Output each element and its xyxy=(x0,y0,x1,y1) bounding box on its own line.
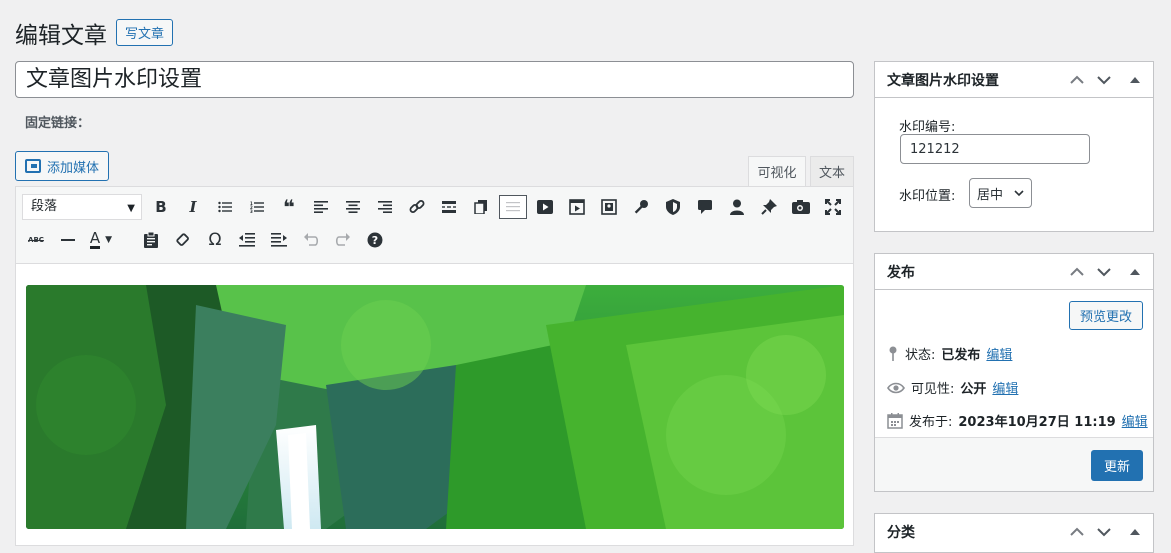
text-color-dropdown-icon[interactable]: ▼ xyxy=(105,235,112,245)
format-select-value: 段落 xyxy=(31,199,58,214)
add-media-label: 添加媒体 xyxy=(46,160,99,176)
add-new-post-button[interactable]: 写文章 xyxy=(116,19,173,46)
status-value: 已发布 xyxy=(941,348,981,363)
tab-visual[interactable]: 可视化 xyxy=(748,156,806,186)
outdent-icon[interactable] xyxy=(235,228,259,252)
permalink-label: 固定链接： xyxy=(25,116,91,131)
calendar-icon xyxy=(887,412,903,429)
camera-icon[interactable] xyxy=(789,195,813,219)
update-button[interactable]: 更新 xyxy=(1091,450,1143,481)
visibility-edit-link[interactable]: 编辑 xyxy=(992,378,1018,397)
pin-icon[interactable] xyxy=(757,195,781,219)
eye-icon xyxy=(887,382,905,393)
collapse-toggle-icon[interactable] xyxy=(1130,62,1140,98)
strikethrough-icon[interactable]: ABC xyxy=(24,228,48,252)
published-value: 2023年10月27日 11:19 xyxy=(958,415,1116,430)
clear-format-icon[interactable] xyxy=(171,228,195,252)
image-icon[interactable] xyxy=(597,195,621,219)
status-row: 状态: 已发布 编辑 xyxy=(887,344,1012,363)
indent-icon[interactable] xyxy=(267,228,291,252)
publish-actions: 更新 xyxy=(875,437,1153,491)
redo-icon[interactable] xyxy=(331,228,355,252)
text-color-icon[interactable]: A ▼ xyxy=(86,228,116,252)
chevron-down-icon: ▼ xyxy=(127,203,135,214)
status-label: 状态: xyxy=(905,348,936,363)
editor: 段落 ▼ B I 123 ❝ ABC A ▼ Ω ? xyxy=(15,186,854,546)
publish-box: 发布 预览更改 状态: 已发布 编辑 可见性: 公开 编辑 发布于: 2023年… xyxy=(874,253,1154,492)
move-down-icon[interactable] xyxy=(1097,514,1111,550)
align-center-icon[interactable] xyxy=(341,195,365,219)
undo-icon[interactable] xyxy=(299,228,323,252)
text-color-letter: A xyxy=(89,229,101,249)
align-right-icon[interactable] xyxy=(373,195,397,219)
special-char-icon[interactable]: Ω xyxy=(203,228,227,252)
watermark-box-title: 文章图片水印设置 xyxy=(875,62,1153,98)
watermark-settings-box: 文章图片水印设置 水印编号: 121212 水印位置: 居中 xyxy=(874,61,1154,232)
numbered-list-icon[interactable]: 123 xyxy=(245,195,269,219)
visibility-value: 公开 xyxy=(960,382,987,397)
watermark-number-label: 水印编号: xyxy=(899,120,956,135)
tab-text[interactable]: 文本 xyxy=(810,156,854,186)
comment-icon[interactable] xyxy=(693,195,717,219)
shield-icon[interactable] xyxy=(661,195,685,219)
link-icon[interactable] xyxy=(405,195,429,219)
watermark-position-label: 水印位置: xyxy=(899,189,956,204)
paste-text-icon[interactable] xyxy=(139,228,163,252)
media-icon xyxy=(24,159,41,173)
svg-text:3: 3 xyxy=(250,209,253,213)
user-icon[interactable] xyxy=(725,195,749,219)
key-icon[interactable] xyxy=(629,195,653,219)
align-left-icon[interactable] xyxy=(309,195,333,219)
visibility-label: 可见性: xyxy=(911,382,955,397)
help-icon[interactable]: ? xyxy=(363,228,387,252)
category-box: 分类 xyxy=(874,513,1154,553)
read-more-icon[interactable] xyxy=(437,195,461,219)
special-char-label: Ω xyxy=(208,230,222,250)
published-label: 发布于: xyxy=(909,415,953,430)
page-title: 编辑文章 xyxy=(15,23,107,49)
collapse-toggle-icon[interactable] xyxy=(1130,514,1140,550)
published-edit-link[interactable]: 编辑 xyxy=(1122,411,1148,430)
category-box-title: 分类 xyxy=(887,525,915,541)
visibility-row: 可见性: 公开 编辑 xyxy=(887,378,1018,397)
bullet-list-icon[interactable] xyxy=(213,195,237,219)
status-edit-link[interactable]: 编辑 xyxy=(986,344,1012,363)
chevron-down-icon xyxy=(1014,189,1024,196)
watermark-position-value: 居中 xyxy=(977,187,1004,203)
copy-icon[interactable] xyxy=(469,195,493,219)
video-icon[interactable] xyxy=(533,195,557,219)
format-select[interactable]: 段落 ▼ xyxy=(22,194,142,220)
watermark-number-input[interactable]: 121212 xyxy=(900,134,1090,164)
add-media-button[interactable]: 添加媒体 xyxy=(15,151,109,181)
move-down-icon[interactable] xyxy=(1097,62,1111,98)
move-up-icon[interactable] xyxy=(1070,514,1084,550)
horizontal-line-icon[interactable] xyxy=(56,228,80,252)
media-player-icon[interactable] xyxy=(565,195,589,219)
toolbar-toggle-icon[interactable] xyxy=(499,195,527,219)
post-title-input[interactable]: 文章图片水印设置 xyxy=(15,61,854,98)
collapse-toggle-icon[interactable] xyxy=(1130,254,1140,290)
move-up-icon[interactable] xyxy=(1070,254,1084,290)
editor-toolbar: 段落 ▼ B I 123 ❝ ABC A ▼ Ω ? xyxy=(16,187,853,264)
blockquote-icon[interactable]: ❝ xyxy=(277,195,301,219)
move-down-icon[interactable] xyxy=(1097,254,1111,290)
watermark-position-select[interactable]: 居中 xyxy=(969,178,1032,208)
publish-box-title: 发布 xyxy=(875,254,1153,290)
published-row: 发布于: 2023年10月27日 11:19 编辑 xyxy=(887,411,1148,430)
bold-icon[interactable]: B xyxy=(149,195,173,219)
move-up-icon[interactable] xyxy=(1070,62,1084,98)
fullscreen-icon[interactable] xyxy=(821,195,845,219)
post-image[interactable] xyxy=(26,285,844,529)
italic-icon[interactable]: I xyxy=(181,195,205,219)
pin-icon xyxy=(889,346,897,361)
preview-changes-button[interactable]: 预览更改 xyxy=(1069,301,1143,330)
svg-text:?: ? xyxy=(372,234,378,247)
strikethrough-label: ABC xyxy=(28,236,44,244)
